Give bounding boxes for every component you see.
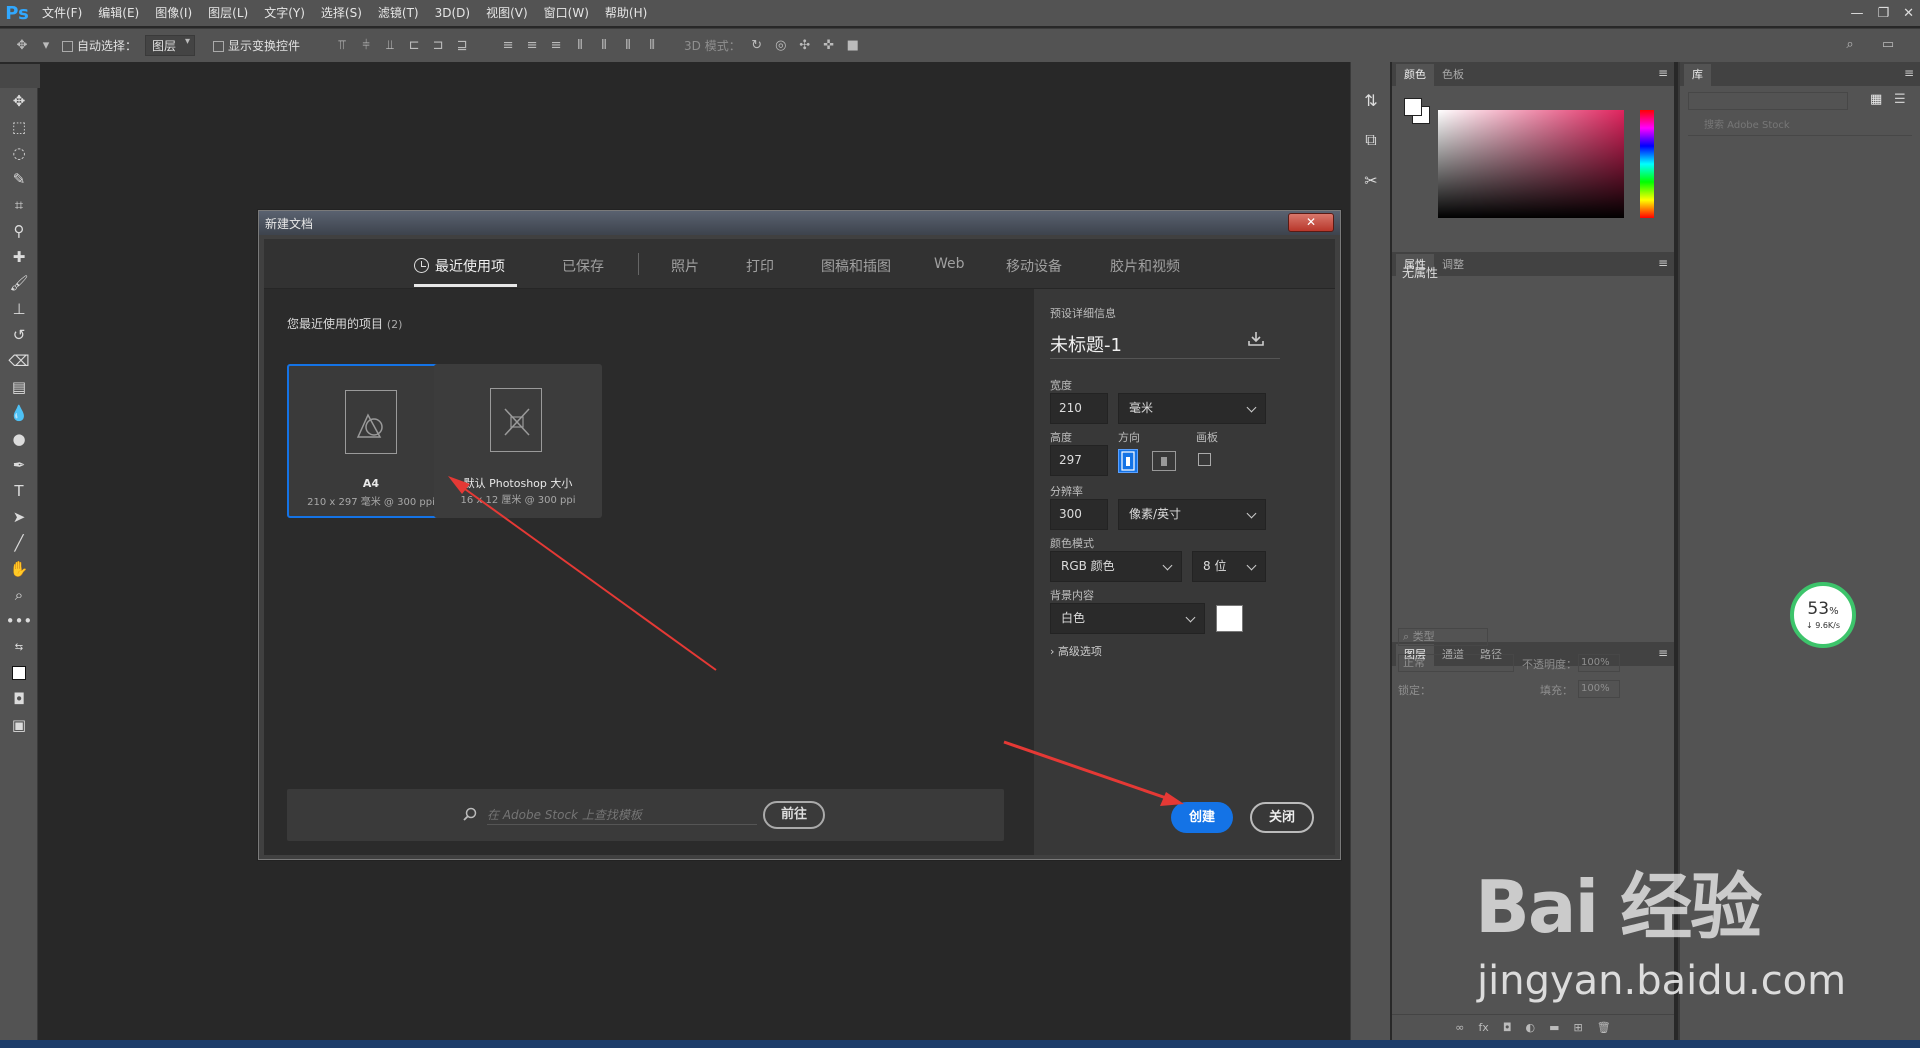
network-speed-widget[interactable]: 53% ↓ 9.6K/s xyxy=(1790,582,1856,648)
annotation-arrow-create xyxy=(1003,740,1173,802)
speed-percent-sign: % xyxy=(1829,606,1839,617)
speed-percent: 53% xyxy=(1807,600,1838,621)
speed-rate: ↓ 9.6K/s xyxy=(1805,621,1841,630)
speed-percent-value: 53 xyxy=(1807,599,1830,619)
baidu-watermark: Bai 经验 xyxy=(1475,865,1762,949)
baidu-watermark-url: jingyan.baidu.com xyxy=(1477,958,1847,1004)
annotation-arrow-a4 xyxy=(457,483,717,671)
os-taskbar xyxy=(0,1040,1920,1048)
arrowhead-icon xyxy=(1160,792,1184,806)
